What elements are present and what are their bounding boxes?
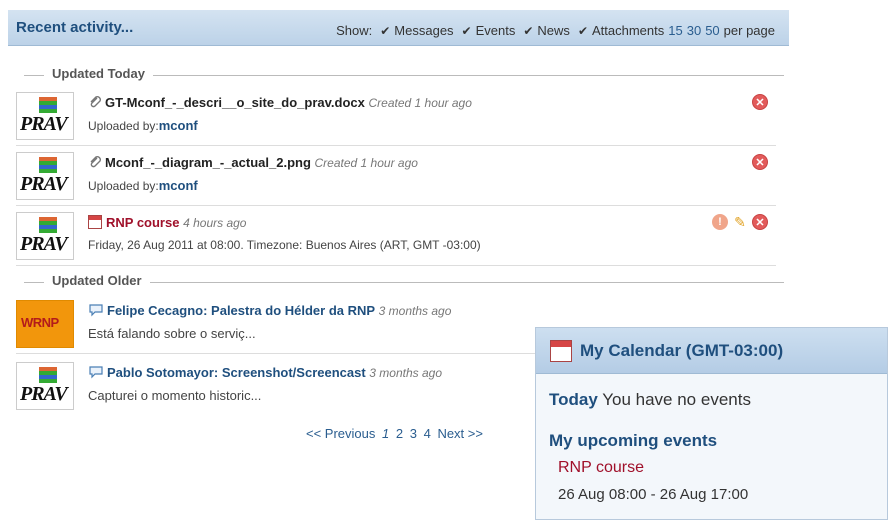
per-page-15[interactable]: 15 [668, 23, 682, 38]
uploaded-by-label: Uploaded by: [88, 119, 159, 133]
calendar-icon [550, 339, 572, 362]
delete-icon[interactable]: ✕ [752, 214, 768, 230]
list-item: PRAV RNP course 4 hours ago Friday, 26 A… [16, 208, 776, 266]
message-title[interactable]: Palestra do Hélder da RNP [211, 303, 375, 318]
uploader-link[interactable]: mconf [159, 178, 198, 193]
prav-logo: PRAV [16, 362, 74, 410]
message-excerpt: Está falando sobre o serviç... [88, 326, 256, 341]
filter-events[interactable]: Events [476, 23, 516, 38]
wrnp-logo: WRNP [16, 300, 74, 348]
message-excerpt: Capturei o momento historic... [88, 388, 262, 403]
prav-logo: PRAV [16, 212, 74, 260]
speech-bubble-icon [88, 303, 104, 320]
filter-attachments[interactable]: Attachments [592, 23, 664, 38]
message-author[interactable]: Felipe Cecagno: [107, 303, 207, 318]
check-icon[interactable]: ✔ [578, 24, 588, 38]
uploaded-by-label: Uploaded by: [88, 179, 159, 193]
attachment-title[interactable]: GT-Mconf_-_descri__o_site_do_prav.docx [105, 95, 365, 110]
item-time: Created 1 hour ago [314, 156, 418, 170]
recent-activity-panel: Recent activity... Show: ✔ Messages ✔ Ev… [8, 10, 789, 86]
item-time: 3 months ago [369, 366, 443, 380]
calendar-icon [88, 215, 102, 229]
pencil-icon[interactable]: ✎ [732, 214, 748, 230]
info-icon[interactable]: ! [712, 214, 728, 230]
delete-icon[interactable]: ✕ [752, 94, 768, 110]
per-page-30[interactable]: 30 [687, 23, 701, 38]
item-time: 3 months ago [378, 304, 452, 318]
section-updated-older: Updated Older [24, 271, 784, 293]
section-label: Updated Today [44, 66, 153, 81]
prav-flag-icon [39, 97, 57, 113]
message-title[interactable]: Screenshot/Screencast [222, 365, 366, 380]
filter-news[interactable]: News [537, 23, 570, 38]
calendar-header: My Calendar (GMT-03:00) [536, 328, 887, 374]
prav-flag-icon [39, 217, 57, 233]
list-item: PRAV Mconf_-_diagram_-_actual_2.png Crea… [16, 148, 776, 206]
pagination: << Previous 1 2 3 4 Next >> [306, 426, 486, 441]
speech-bubble-icon [88, 365, 104, 382]
paperclip-icon [88, 95, 102, 112]
calendar-title: My Calendar (GMT-03:00) [580, 340, 784, 360]
message-author[interactable]: Pablo Sotomayor: [107, 365, 218, 380]
event-detail: Friday, 26 Aug 2011 at 08:00. Timezone: … [88, 238, 481, 252]
filter-messages[interactable]: Messages [394, 23, 453, 38]
show-label: Show: [336, 23, 373, 38]
paperclip-icon [88, 155, 102, 172]
prav-logo: PRAV [16, 152, 74, 200]
prav-flag-icon [39, 157, 57, 173]
previous-link[interactable]: << Previous [306, 426, 375, 441]
page-1: 1 [382, 426, 390, 441]
event-title[interactable]: RNP course [106, 215, 179, 230]
per-page-50[interactable]: 50 [705, 23, 719, 38]
section-label: Updated Older [44, 273, 150, 288]
today-label: Today [549, 390, 598, 409]
uploader-link[interactable]: mconf [159, 118, 198, 133]
recent-activity-title: Recent activity... [16, 19, 134, 36]
today-text: You have no events [602, 390, 751, 409]
delete-icon[interactable]: ✕ [752, 154, 768, 170]
section-updated-today: Updated Today [24, 64, 784, 86]
prav-logo: PRAV [16, 92, 74, 140]
per-page-label: per page [723, 23, 775, 38]
page-3[interactable]: 3 [410, 426, 417, 441]
item-time: Created 1 hour ago [368, 96, 472, 110]
check-icon[interactable]: ✔ [462, 24, 472, 38]
upcoming-event-link[interactable]: RNP course [558, 459, 644, 477]
show-filter-bar: Show: ✔ Messages ✔ Events ✔ News ✔ Attac… [336, 23, 775, 38]
page-4[interactable]: 4 [424, 426, 431, 441]
attachment-title[interactable]: Mconf_-_diagram_-_actual_2.png [105, 155, 311, 170]
next-link[interactable]: Next >> [437, 426, 483, 441]
page-2[interactable]: 2 [396, 426, 403, 441]
check-icon[interactable]: ✔ [523, 24, 533, 38]
recent-activity-header: Recent activity... Show: ✔ Messages ✔ Ev… [8, 10, 789, 46]
upcoming-event-range: 26 Aug 08:00 - 26 Aug 17:00 [558, 486, 749, 503]
list-item: PRAV GT-Mconf_-_descri__o_site_do_prav.d… [16, 88, 776, 146]
prav-flag-icon [39, 367, 57, 383]
item-time: 4 hours ago [183, 216, 247, 230]
upcoming-events-label: My upcoming events [549, 431, 718, 450]
my-calendar-panel: My Calendar (GMT-03:00) Today You have n… [535, 327, 888, 520]
calendar-today: Today You have no events [549, 390, 751, 410]
check-icon[interactable]: ✔ [380, 24, 390, 38]
